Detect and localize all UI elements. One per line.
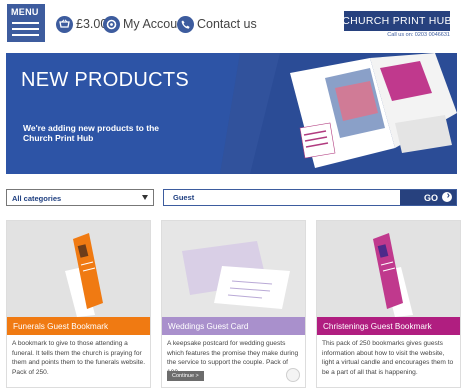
- banner-subtitle: We're adding new products to the Church …: [23, 123, 159, 143]
- contact-us-link[interactable]: Contact us: [177, 15, 257, 33]
- basket-link[interactable]: £3.00: [56, 15, 107, 33]
- account-icon: [103, 15, 120, 33]
- go-button-label: GO: [423, 192, 438, 203]
- menu-label: MENU: [11, 7, 39, 17]
- product-card-weddings[interactable]: Weddings Guest Card A keepsake postcard …: [161, 220, 306, 388]
- phone-icon: [177, 15, 194, 33]
- category-select-value: All categories: [12, 194, 62, 203]
- product-card-funerals[interactable]: Funerals Guest Bookmark A bookmark to gi…: [6, 220, 151, 388]
- my-account-link[interactable]: My Account: [103, 15, 188, 33]
- product-image-funerals[interactable]: [7, 221, 150, 317]
- product-title[interactable]: Christenings Guest Bookmark: [317, 317, 460, 335]
- basket-icon: [56, 15, 73, 33]
- share-icon[interactable]: [286, 368, 300, 382]
- bookmark-illustration: [7, 221, 150, 317]
- church-print-hub-logo[interactable]: CHURCH PRINT HUB: [342, 11, 452, 31]
- product-card-christenings[interactable]: Christenings Guest Bookmark This pack of…: [316, 220, 461, 388]
- search-box: GO ›: [163, 189, 457, 206]
- bookmark-illustration: [317, 221, 460, 317]
- new-products-banner[interactable]: NEW PRODUCTS We're adding new products t…: [6, 53, 457, 174]
- product-title[interactable]: Funerals Guest Bookmark: [7, 317, 150, 335]
- site-header: MENU £3.00 My Account Contact us CHURCH …: [0, 0, 463, 48]
- menu-button[interactable]: MENU: [7, 4, 45, 42]
- hamburger-icon: [12, 22, 39, 40]
- go-button[interactable]: GO ›: [400, 190, 456, 205]
- search-input[interactable]: [164, 190, 400, 205]
- product-title[interactable]: Weddings Guest Card: [162, 317, 305, 335]
- continue-button[interactable]: Continue >: [167, 371, 204, 381]
- chevron-right-icon: ›: [446, 190, 450, 201]
- dropdown-arrow-icon: [142, 195, 148, 200]
- brand-phone: Call us on: 0203 0046631: [387, 32, 450, 38]
- product-image-christenings[interactable]: [317, 221, 460, 317]
- leaflet-illustration: [220, 53, 457, 174]
- banner-title: NEW PRODUCTS: [21, 69, 190, 91]
- contact-us-label: Contact us: [197, 17, 257, 31]
- category-select[interactable]: All categories: [6, 189, 154, 206]
- product-image-weddings[interactable]: [162, 221, 305, 317]
- postcard-illustration: [162, 221, 305, 317]
- product-description: This pack of 250 bookmarks gives guests …: [322, 340, 454, 376]
- product-description: A bookmark to give to those attending a …: [12, 340, 146, 376]
